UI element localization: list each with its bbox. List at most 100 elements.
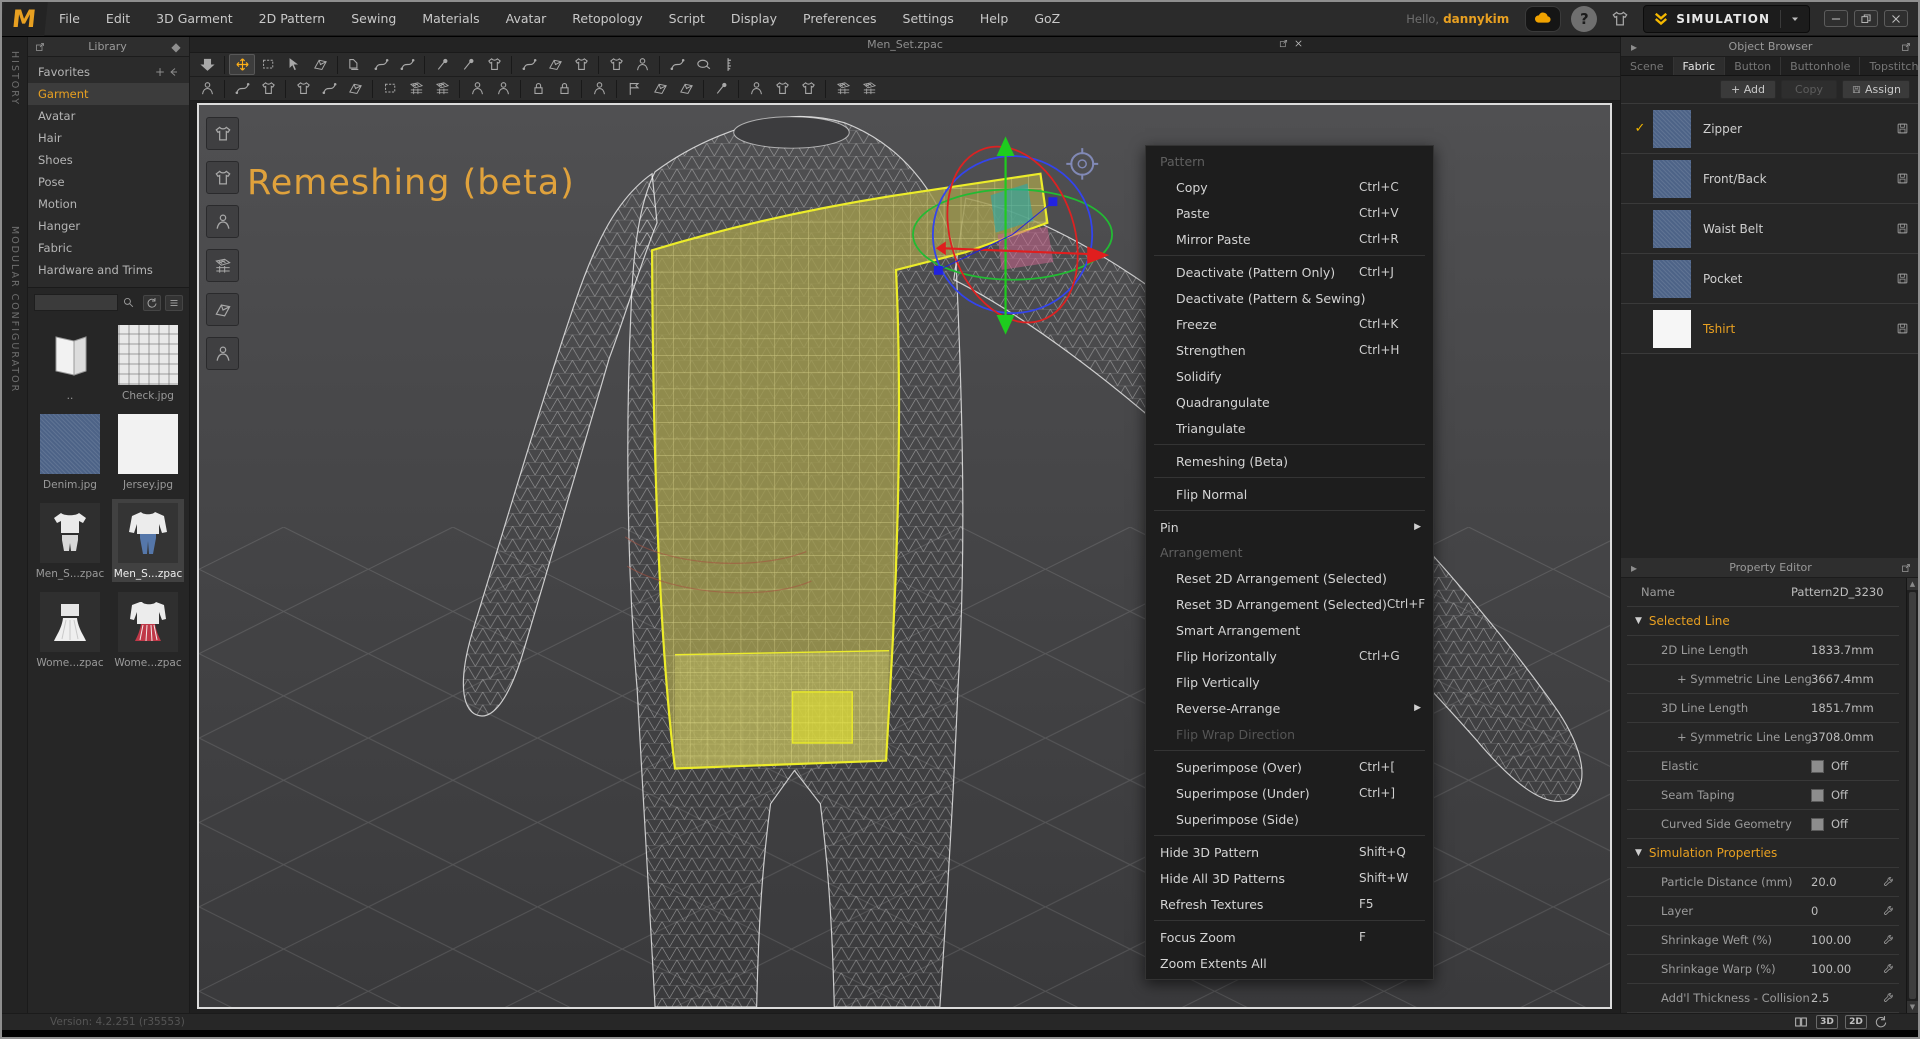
copy-fabric-button[interactable]: Copy <box>1781 80 1837 99</box>
scroll-up-icon[interactable]: ▲ <box>1907 578 1918 590</box>
menu-2d-pattern[interactable]: 2D Pattern <box>246 2 339 36</box>
wrench-icon[interactable] <box>1877 963 1895 976</box>
edit-sewing-tool[interactable] <box>342 54 368 75</box>
menu-item-reset-3d-arrangement[interactable]: Reset 3D Arrangement (Selected)Ctrl+F <box>1146 591 1433 617</box>
category-fabric[interactable]: Fabric <box>28 237 189 259</box>
lock-tool[interactable] <box>525 78 551 99</box>
split-view-icon[interactable] <box>1793 1014 1809 1030</box>
library-item-women-set-2[interactable]: Wome...zpac <box>112 588 184 671</box>
wrench-icon[interactable] <box>1877 992 1895 1005</box>
paint-texture-tool[interactable] <box>377 78 403 99</box>
fabric-row-front-back[interactable]: Front/Back <box>1621 154 1918 204</box>
menu-item-focus-zoom[interactable]: Focus ZoomF <box>1146 924 1433 950</box>
fabric-swatch[interactable] <box>1653 160 1691 198</box>
menu-help[interactable]: Help <box>967 2 1022 36</box>
category-hanger[interactable]: Hanger <box>28 215 189 237</box>
fold-arrangement-tool[interactable] <box>516 54 542 75</box>
wrap-arrange-tool[interactable] <box>568 54 594 75</box>
menu-item-pin[interactable]: Pin▶ <box>1146 514 1433 540</box>
scroll-down-icon[interactable]: ▼ <box>1907 1001 1918 1013</box>
list-view-button[interactable] <box>165 295 183 311</box>
popout-icon[interactable] <box>34 41 46 53</box>
show-grid-toggle[interactable] <box>206 249 239 282</box>
flat-panel-tool[interactable] <box>647 78 673 99</box>
view-2d-button[interactable]: 2D <box>1845 1015 1867 1029</box>
modular-configurator-tab[interactable]: MODULAR CONFIGURATOR <box>9 226 20 393</box>
panel-close-icon[interactable] <box>1293 38 1304 49</box>
save-fabric-icon[interactable] <box>1895 221 1910 236</box>
texture-check-tool[interactable] <box>403 78 429 99</box>
menu-edit[interactable]: Edit <box>93 2 143 36</box>
show-pattern-toggle[interactable] <box>206 293 239 326</box>
layer-value[interactable]: 0 <box>1811 904 1877 918</box>
scrollbar-thumb[interactable] <box>1909 592 1916 999</box>
search-input[interactable] <box>34 294 118 311</box>
shrinkage-weft-value[interactable]: 100.00 <box>1811 933 1877 947</box>
avatar-cloth-tool[interactable] <box>769 78 795 99</box>
refresh-icon[interactable] <box>1874 1015 1888 1029</box>
category-favorites[interactable]: Favorites + <box>28 61 189 83</box>
simulate-tool[interactable] <box>194 54 220 75</box>
menu-item-superimpose-side[interactable]: Superimpose (Side) <box>1146 806 1433 832</box>
save-fabric-icon[interactable] <box>1895 321 1910 336</box>
menu-display[interactable]: Display <box>718 2 790 36</box>
menu-item-remeshing-beta[interactable]: Remeshing (Beta) <box>1146 448 1433 474</box>
panel-popout-icon[interactable] <box>1278 38 1289 49</box>
menu-settings[interactable]: Settings <box>890 2 967 36</box>
wrench-icon[interactable] <box>1877 905 1895 918</box>
menu-item-superimpose-over[interactable]: Superimpose (Over)Ctrl+[ <box>1146 754 1433 780</box>
menu-item-solidify[interactable]: Solidify <box>1146 363 1433 389</box>
collapse-panel-icon[interactable]: ▸ <box>1627 40 1641 54</box>
avatar-display-toggle[interactable] <box>206 337 239 370</box>
menu-item-reset-2d-arrangement[interactable]: Reset 2D Arrangement (Selected) <box>1146 565 1433 591</box>
grid-plane-tool[interactable] <box>830 78 856 99</box>
ghost-avatar-tool[interactable] <box>586 78 612 99</box>
collapse-panel-icon[interactable]: ▸ <box>1627 561 1641 575</box>
fabric-swatch[interactable] <box>1653 310 1691 348</box>
menu-item-superimpose-under[interactable]: Superimpose (Under)Ctrl+] <box>1146 780 1433 806</box>
garment-style-toggle[interactable] <box>206 161 239 194</box>
seam-taping-checkbox[interactable] <box>1811 789 1824 802</box>
save-fabric-icon[interactable] <box>1895 121 1910 136</box>
select-rectangle-tool[interactable] <box>255 54 281 75</box>
refresh-library-button[interactable] <box>143 295 161 311</box>
library-item-men-set-2-selected[interactable]: Men_S...zpac <box>112 499 184 582</box>
popout-icon[interactable] <box>1900 562 1912 574</box>
property-editor-scrollbar[interactable]: ▲ ▼ <box>1906 578 1918 1013</box>
elastic-checkbox[interactable] <box>1811 760 1824 773</box>
menu-item-freeze[interactable]: FreezeCtrl+K <box>1146 311 1433 337</box>
flatten-tool[interactable] <box>290 78 316 99</box>
addl-thickness-value[interactable]: 2.5 <box>1811 991 1877 1005</box>
menu-script[interactable]: Script <box>656 2 718 36</box>
edit-curve-tool[interactable] <box>229 78 255 99</box>
search-icon[interactable] <box>122 296 135 309</box>
menu-item-flip-normal[interactable]: Flip Normal <box>1146 481 1433 507</box>
lock-avatar-tool[interactable] <box>551 78 577 99</box>
arrange-pair-tool[interactable] <box>629 54 655 75</box>
category-garment[interactable]: Garment <box>28 83 189 105</box>
menu-item-hide-3d-pattern[interactable]: Hide 3D PatternShift+Q <box>1146 839 1433 865</box>
arrange-front-tool[interactable] <box>603 54 629 75</box>
restore-button[interactable] <box>1854 10 1878 27</box>
walk-avatar-tool[interactable] <box>194 78 220 99</box>
tab-scene[interactable]: Scene <box>1621 57 1674 75</box>
tape-measure-tool[interactable] <box>690 54 716 75</box>
steam-tool[interactable] <box>708 78 734 99</box>
menu-item-deactivate-pattern-sewing[interactable]: Deactivate (Pattern & Sewing) <box>1146 285 1433 311</box>
ruler-tool[interactable] <box>716 54 742 75</box>
pattern-name-value[interactable]: Pattern2D_3230 <box>1791 585 1895 599</box>
flatten-seam-tool[interactable] <box>316 78 342 99</box>
fabric-row-pocket[interactable]: Pocket <box>1621 254 1918 304</box>
category-motion[interactable]: Motion <box>28 193 189 215</box>
fabric-row-waist-belt[interactable]: Waist Belt <box>1621 204 1918 254</box>
shrinkage-warp-value[interactable]: 100.00 <box>1811 962 1877 976</box>
section-selected-line[interactable]: ▼ Selected Line <box>1627 607 1899 636</box>
particle-distance-value[interactable]: 20.0 <box>1811 875 1877 889</box>
fabric-swatch[interactable] <box>1653 260 1691 298</box>
menu-item-zoom-extents-all[interactable]: Zoom Extents All <box>1146 950 1433 976</box>
menu-item-strengthen[interactable]: StrengthenCtrl+H <box>1146 337 1433 363</box>
menu-item-mirror-paste[interactable]: Mirror PasteCtrl+R <box>1146 226 1433 252</box>
show-garment-toggle[interactable] <box>206 117 239 150</box>
tab-topstitch[interactable]: Topstitch <box>1860 57 1920 75</box>
view-3d-button[interactable]: 3D <box>1816 1015 1838 1029</box>
